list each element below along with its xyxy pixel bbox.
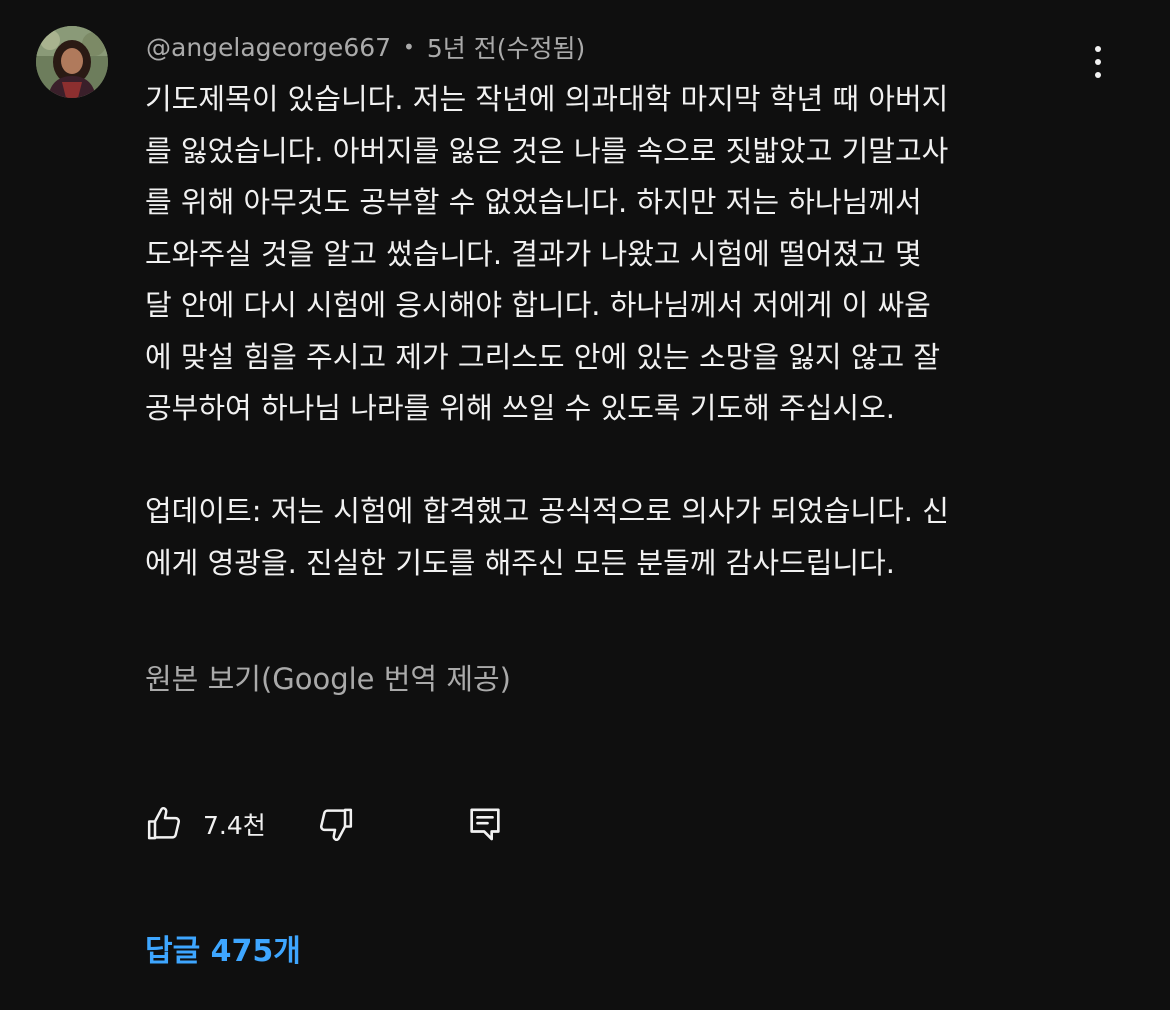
comment-actions: 7.4천	[145, 800, 565, 848]
view-replies-button[interactable]: 답글 475개	[145, 926, 301, 970]
avatar[interactable]	[36, 26, 108, 98]
view-original-link[interactable]: 원본 보기(Google 번역 제공)	[145, 656, 511, 698]
thumb-down-icon	[319, 808, 353, 842]
comment-header: @angelageorge667 • 5년 전(수정됨)	[146, 30, 585, 64]
comment-body-line: 를 위해 아무것도 공부할 수 없었습니다. 하지만 저는 하나님께서	[145, 185, 922, 219]
header-separator: •	[403, 35, 415, 59]
comment-body-line: 기도제목이 있습니다. 저는 작년에 의과대학 마지막 학년 때 아버지	[145, 82, 949, 116]
dislike-button[interactable]	[315, 800, 355, 848]
comment-icon	[470, 808, 500, 841]
comment-update-line: 업데이트: 저는 시험에 합격했고 공식적으로 의사가 되었습니다. 신	[145, 494, 949, 528]
comment-body-line: 달 안에 다시 시험에 응시해야 합니다. 하나님께서 저에게 이 싸움	[145, 288, 931, 322]
comment-body-line: 를 잃었습니다. 아버지를 잃은 것은 나를 속으로 짓밟았고 기말고사	[145, 133, 949, 168]
comment-body-line: 에 맞설 힘을 주시고 제가 그리스도 안에 있는 소망을 잃지 않고 잘	[145, 339, 941, 374]
like-button[interactable]: 7.4천	[145, 800, 266, 848]
comment-timestamp[interactable]: 5년 전(수정됨)	[427, 29, 585, 65]
thumb-up-icon	[147, 806, 181, 840]
like-count: 7.4천	[203, 811, 266, 840]
comment-body-line: 공부하여 하나님 나라를 위해 쓰일 수 있도록 기도해 주십시오.	[145, 391, 895, 425]
comment-body: 기도제목이 있습니다. 저는 작년에 의과대학 마지막 학년 때 아버지 를 잃…	[145, 74, 1105, 589]
reply-button[interactable]	[465, 800, 505, 848]
comment-body-line: 도와주실 것을 알고 썼습니다. 결과가 나왔고 시험에 떨어졌고 몇	[145, 236, 922, 271]
comment-update-line: 에게 영광을. 진실한 기도를 해주신 모든 분들께 감사드립니다.	[145, 545, 895, 580]
author-name[interactable]: @angelageorge667	[146, 33, 391, 62]
avatar-image	[36, 26, 108, 98]
comment-thread: @angelageorge667 • 5년 전(수정됨) 기도제목이 있습니다.…	[0, 0, 1170, 1010]
